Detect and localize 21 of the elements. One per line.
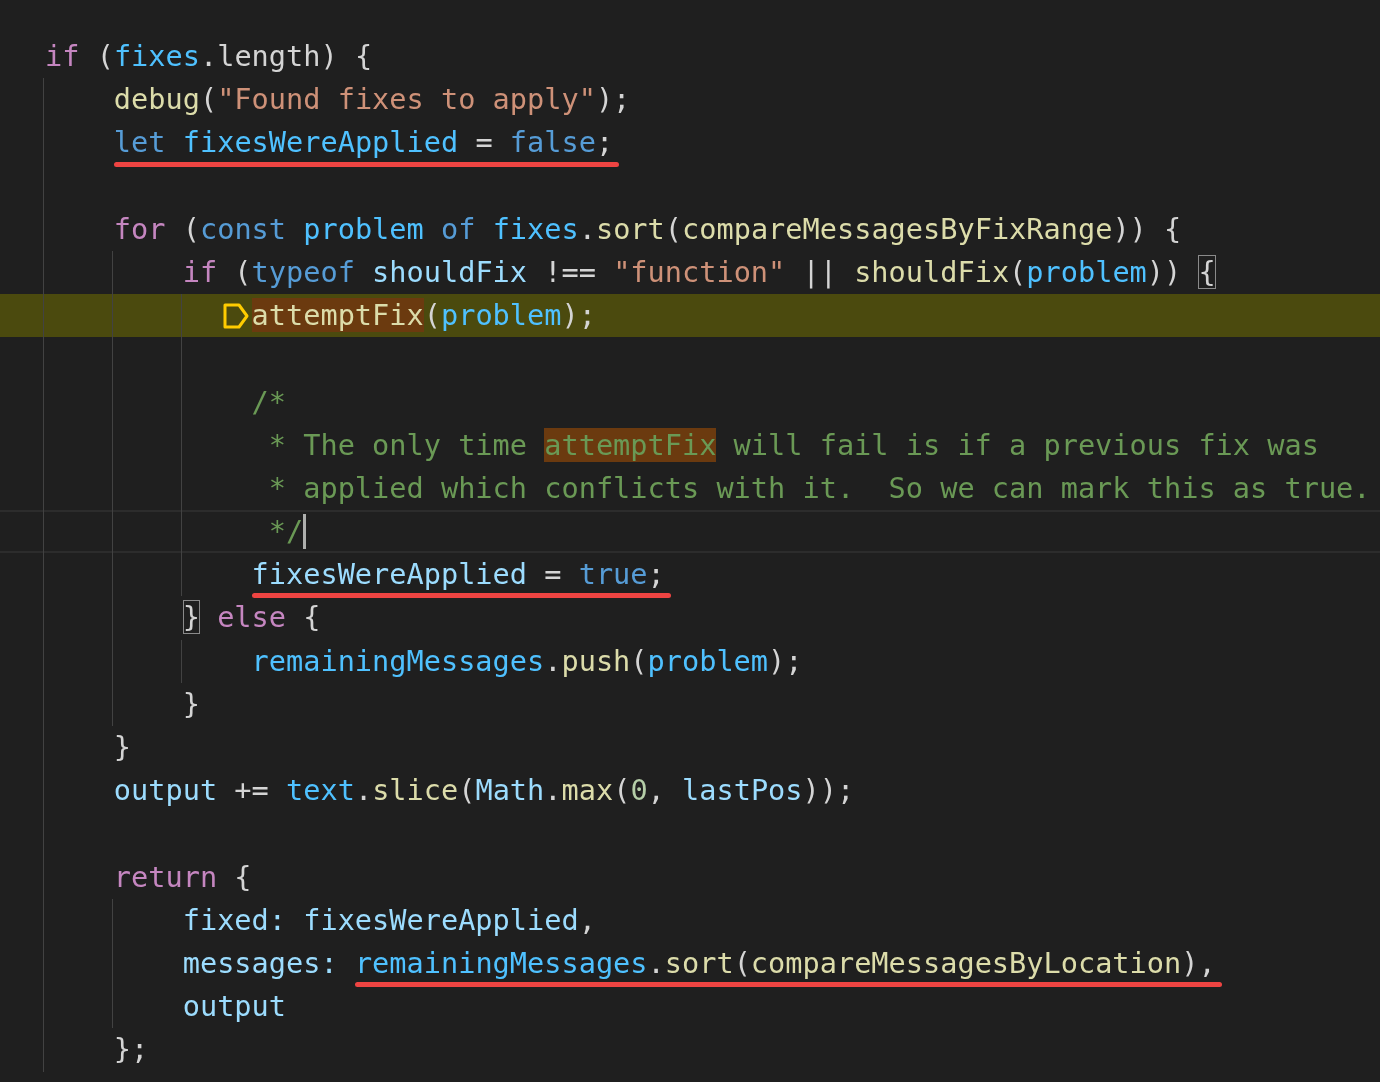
code-line: fixed: fixesWereApplied, xyxy=(182,901,596,939)
code-comment: */ xyxy=(267,513,304,551)
code-comment: * applied which conflicts with it. So we can mark this as true. xyxy=(267,469,1371,507)
code-line: fixesWereApplied = true; xyxy=(251,556,665,594)
code-comment: /* xyxy=(251,383,286,421)
code-line: attemptFix(problem); xyxy=(251,297,596,335)
code-line: remainingMessages.push(problem); xyxy=(251,642,803,680)
code-line: return { xyxy=(113,858,252,896)
code-line: } else { xyxy=(182,599,321,637)
code-line: for (const problem of fixes.sort(compareMessagesByFixRange)) { xyxy=(113,210,1182,248)
code-line: if (typeof shouldFix !== "function" || shouldFix(problem)) { xyxy=(182,253,1216,291)
code-line: debug("Found fixes to apply"); xyxy=(113,81,631,119)
code-line: messages: remainingMessages.sort(compareMessagesByLocation), xyxy=(182,944,1216,982)
code-comment: * The only time attemptFix will fail is if a previous fix was xyxy=(267,426,1319,464)
code-line: if (fixes.length) { xyxy=(45,38,373,75)
code-line: let fixesWereApplied = false; xyxy=(113,124,614,162)
code-line: } xyxy=(182,685,200,723)
code-line: }; xyxy=(113,1031,149,1069)
code-line: output xyxy=(182,988,286,1026)
code-line: } xyxy=(113,729,132,766)
code-line: output += text.slice(Math.max(0, lastPos)); xyxy=(113,772,855,810)
